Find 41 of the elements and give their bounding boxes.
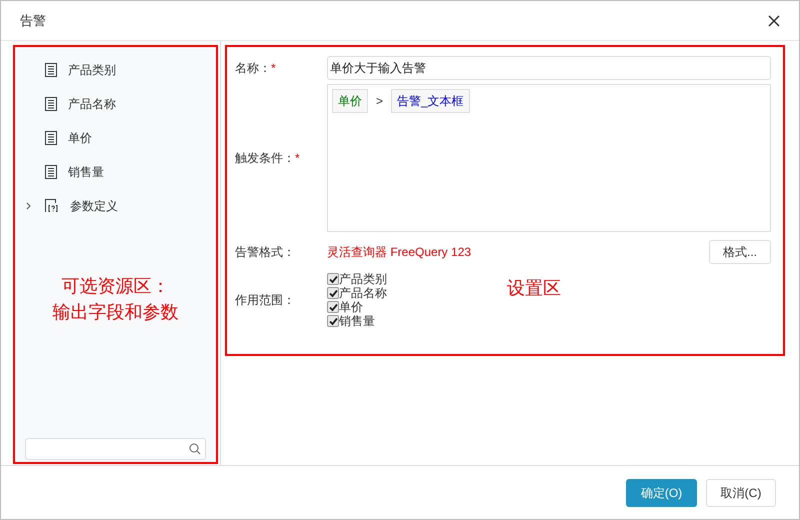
list-document-icon [45,131,57,145]
checkbox-label: 单价 [339,299,363,315]
cancel-button[interactable]: 取消(C) [706,478,776,506]
tree-item[interactable]: 产品名称 [15,87,216,121]
field-label: 名称： [235,60,271,77]
checkbox-label: 销售量 [339,313,375,330]
field-label: 作用范围： [235,292,295,309]
list-document-icon [45,63,57,77]
close-icon[interactable] [768,14,780,26]
tree-item[interactable]: 单价 [15,121,216,155]
checkbox[interactable] [327,315,339,327]
tree-item[interactable]: 参数定义 [15,189,216,223]
tree-item[interactable]: 销售量 [15,155,216,189]
window-title: 告警 [20,12,46,30]
search-field[interactable] [25,438,206,460]
annotation-text: 输出字段和参数 [52,301,178,324]
name-field[interactable]: 单价大于输入告警 [327,56,771,80]
list-document-icon [45,97,57,111]
tree-item[interactable]: 产品类别 [15,53,216,87]
chevron-icon[interactable] [26,202,32,210]
annotation-text: 可选资源区： [62,275,170,298]
condition-token[interactable]: 单价 [332,89,368,113]
format-preview: 灵活查询器 FreeQuery 123 [327,244,472,261]
operator-text: > [376,93,384,110]
required-mark: * [271,60,276,77]
annotation-text: 设置区 [507,276,561,300]
condition-token[interactable]: 告警_文本框 [391,89,470,113]
format-button[interactable]: 格式... [708,240,771,264]
checkbox[interactable] [327,301,339,313]
checkbox-label: 产品名称 [339,285,387,301]
condition-area[interactable]: 单价 > 告警_文本框 [327,84,771,232]
field-label: 告警格式： [235,244,295,261]
parameter-document-icon [45,199,59,213]
search-icon[interactable] [189,443,201,455]
checkbox[interactable] [327,273,339,285]
field-label: 触发条件： [235,150,295,167]
checkbox-label: 产品类别 [339,271,387,287]
required-mark: * [295,150,300,167]
checkbox[interactable] [327,287,339,299]
list-document-icon [45,165,57,179]
confirm-button[interactable]: 确定(O) [626,478,697,506]
